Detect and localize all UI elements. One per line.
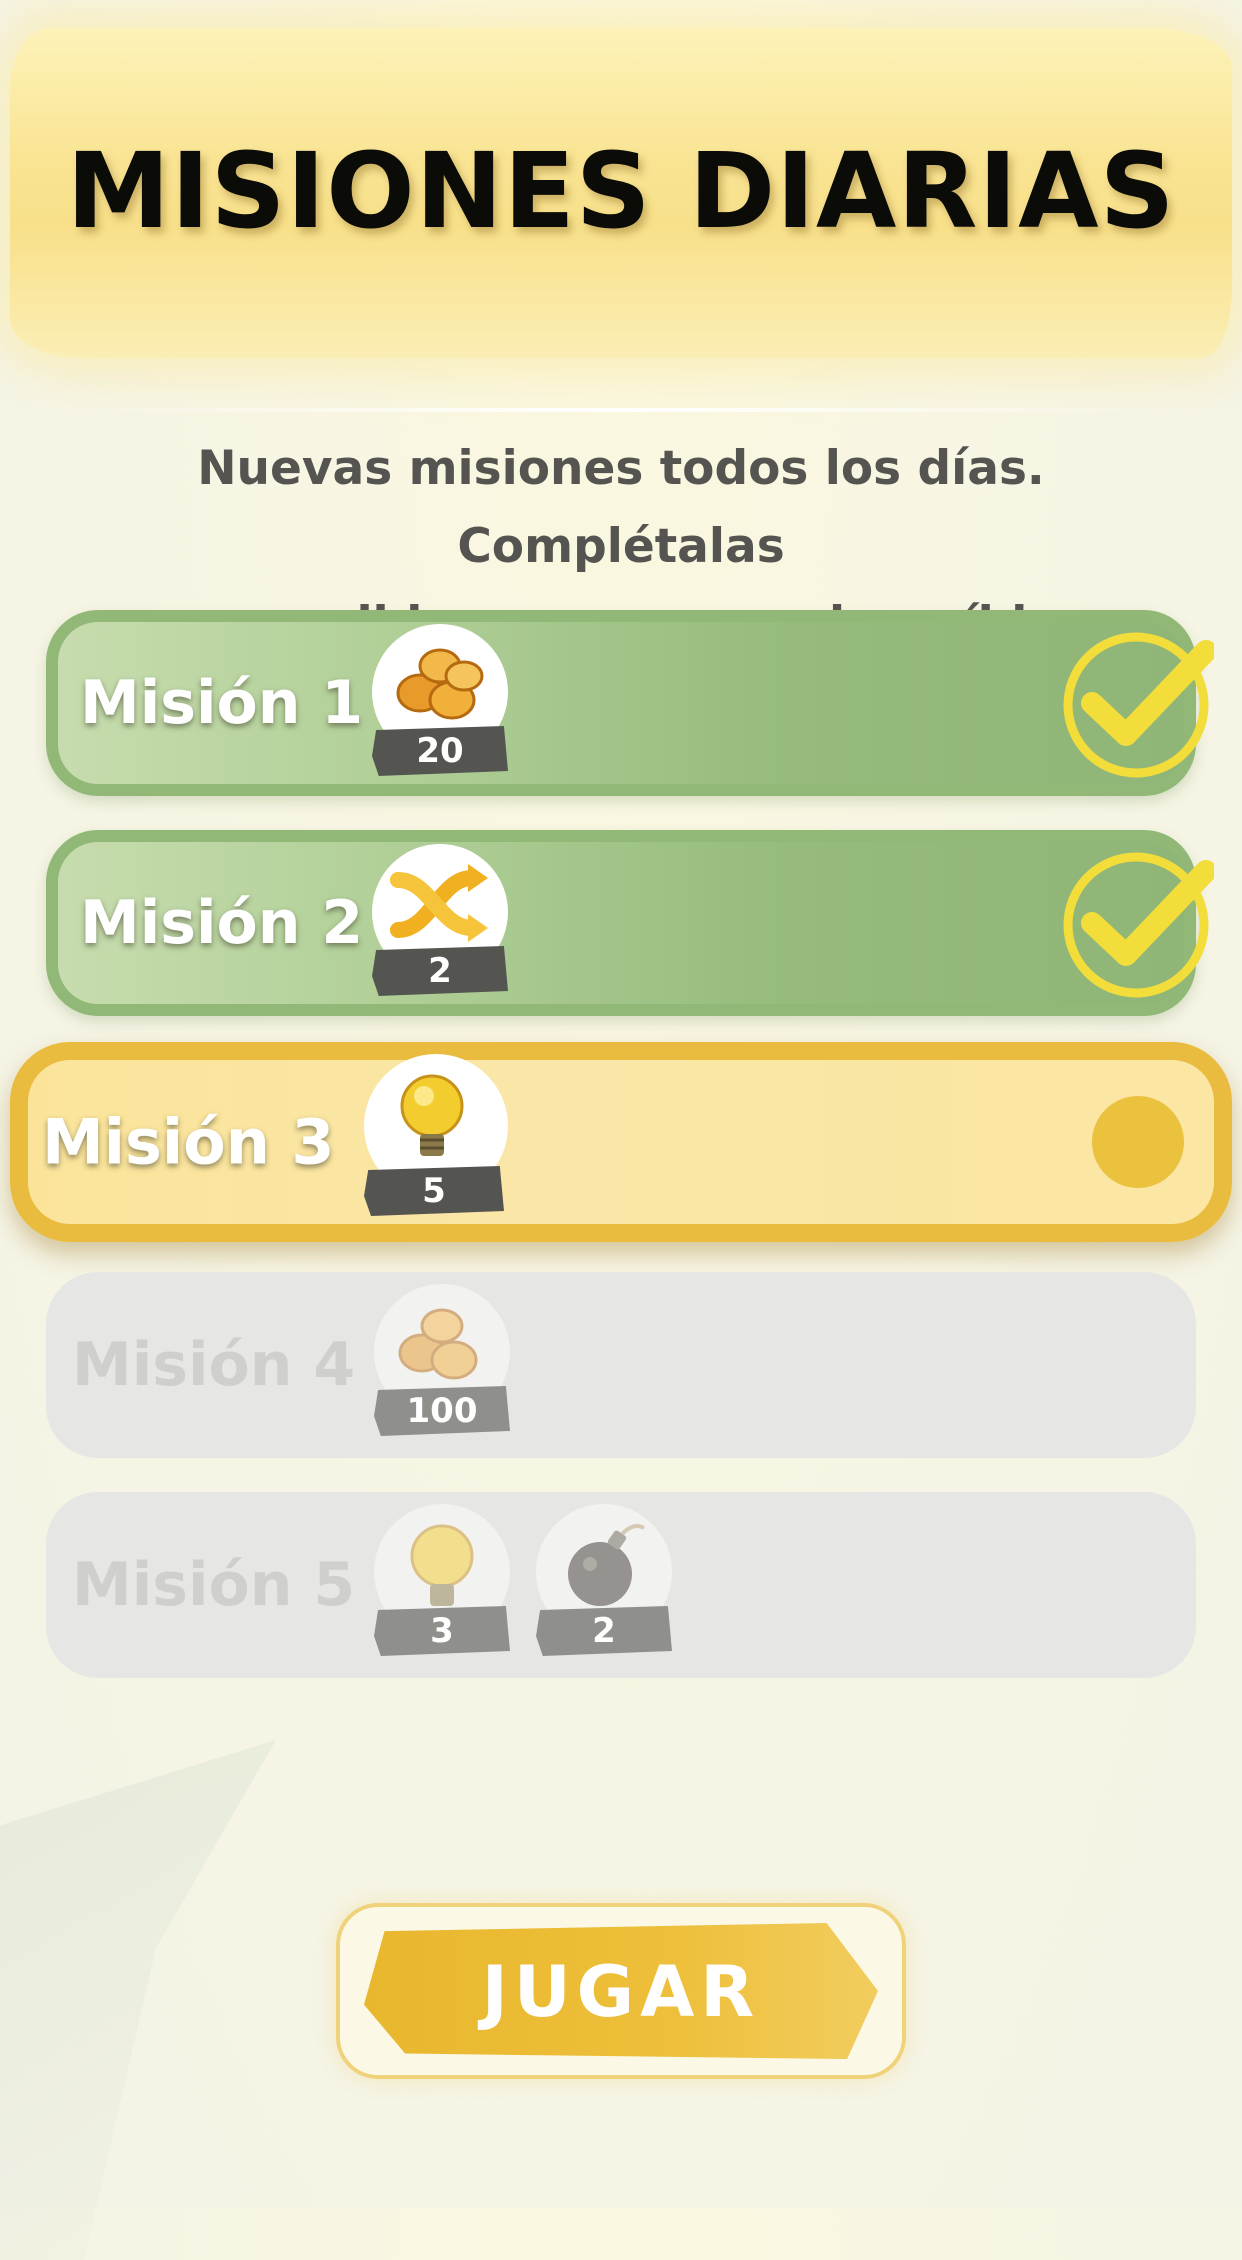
mission-row-1[interactable]: Misión 1 20	[46, 610, 1214, 796]
subtitle-line: Nuevas misiones todos los días. Compléta…	[197, 441, 1045, 574]
reward-badge: 20	[372, 624, 508, 784]
check-icon	[1063, 632, 1214, 778]
mission-label: Misión 2	[80, 888, 364, 958]
mission-row-3[interactable]: Misión 3 5	[10, 1042, 1232, 1242]
reward-amount: 3	[374, 1606, 510, 1656]
mission-label: Misión 4	[72, 1330, 356, 1400]
mission-label: Misión 5	[72, 1550, 356, 1620]
lightbulb-icon	[410, 1524, 474, 1606]
coins-icon	[396, 648, 484, 720]
reward-amount: 2	[536, 1606, 672, 1656]
reward-amount: 5	[364, 1166, 504, 1216]
lightbulb-icon	[400, 1074, 464, 1156]
coins-icon	[398, 1308, 478, 1380]
reward-amount: 2	[372, 946, 508, 996]
progress-dot-icon	[1092, 1096, 1184, 1188]
reward-amount: 100	[374, 1386, 510, 1436]
reward-amount: 20	[372, 726, 508, 776]
page-title: MISIONES DIARIAS	[66, 130, 1176, 252]
mission-label: Misión 1	[80, 668, 364, 738]
mission-row-2[interactable]: Misión 2 2	[46, 830, 1214, 1016]
shuffle-icon	[390, 864, 488, 942]
check-icon	[1063, 852, 1214, 998]
play-button-label: JUGAR	[481, 1951, 761, 2033]
mission-row-4: Misión 4 100	[46, 1272, 1196, 1458]
mission-row-5: Misión 5 3 2	[46, 1492, 1196, 1678]
reward-badge: 100	[374, 1284, 510, 1444]
bomb-icon	[568, 1524, 646, 1606]
reward-badge: 3	[374, 1504, 510, 1664]
reward-badge: 2	[536, 1504, 672, 1664]
play-button[interactable]: JUGAR	[336, 1903, 906, 2079]
reward-badge: 5	[364, 1054, 508, 1216]
title-divider	[80, 408, 1162, 412]
mission-label: Misión 3	[42, 1105, 335, 1179]
reward-badge: 2	[372, 844, 508, 1004]
